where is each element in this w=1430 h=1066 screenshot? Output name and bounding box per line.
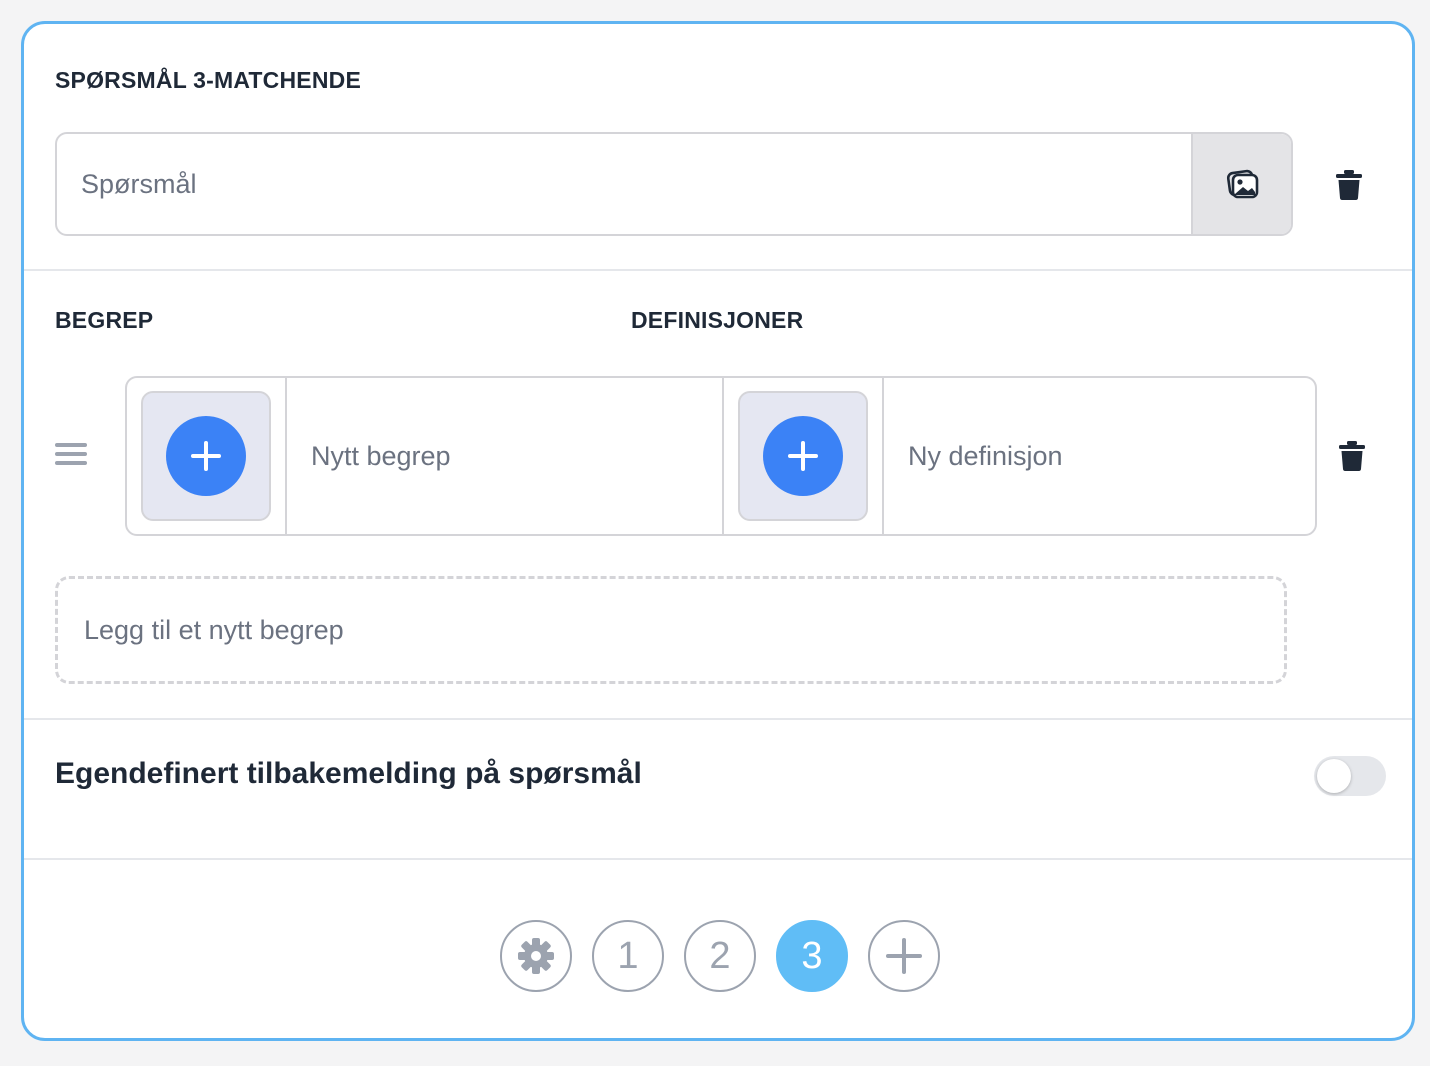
- question-editor-card: SPØRSMÅL 3-MATCHENDE BEGREP DEFINISJONER: [21, 21, 1415, 1041]
- plus-icon: [886, 938, 922, 974]
- definition-cell: [724, 378, 1315, 534]
- add-term-label: Legg til et nytt begrep: [84, 614, 344, 645]
- definition-column-header: DEFINISJONER: [631, 307, 804, 333]
- add-term-media-button[interactable]: [166, 416, 246, 496]
- page-button-2[interactable]: 2: [684, 920, 756, 992]
- delete-pair-button[interactable]: [1338, 440, 1366, 477]
- add-term-button[interactable]: Legg til et nytt begrep: [55, 576, 1287, 684]
- drag-handle-icon[interactable]: [55, 443, 87, 469]
- page-button-3-active[interactable]: 3: [776, 920, 848, 992]
- question-input[interactable]: [57, 134, 1191, 234]
- term-media-slot: [141, 391, 271, 521]
- custom-feedback-label: Egendefinert tilbakemelding på spørsmål: [55, 757, 642, 790]
- delete-question-button[interactable]: [1335, 169, 1363, 206]
- add-image-button[interactable]: [1191, 134, 1291, 234]
- term-column-header: BEGREP: [55, 307, 154, 333]
- page-button-1[interactable]: 1: [592, 920, 664, 992]
- term-cell: [127, 378, 724, 534]
- image-icon: [1226, 169, 1259, 199]
- definition-media-slot: [738, 391, 868, 521]
- divider: [24, 269, 1412, 271]
- add-definition-media-button[interactable]: [763, 416, 843, 496]
- settings-page-button[interactable]: [500, 920, 572, 992]
- question-pagination: 1 2 3: [500, 920, 940, 992]
- divider: [24, 718, 1412, 720]
- gear-icon: [518, 938, 554, 974]
- trash-icon: [1336, 170, 1362, 200]
- plus-icon: [191, 441, 221, 471]
- question-input-group: [55, 132, 1293, 236]
- question-section-title: SPØRSMÅL 3-MATCHENDE: [55, 67, 361, 93]
- toggle-knob: [1317, 759, 1351, 793]
- plus-icon: [788, 441, 818, 471]
- add-page-button[interactable]: [868, 920, 940, 992]
- divider: [24, 858, 1412, 860]
- trash-icon: [1339, 441, 1365, 471]
- matching-pair-row: [125, 376, 1317, 536]
- definition-input[interactable]: [884, 378, 1315, 534]
- term-input[interactable]: [287, 378, 722, 534]
- custom-feedback-toggle[interactable]: [1314, 756, 1386, 796]
